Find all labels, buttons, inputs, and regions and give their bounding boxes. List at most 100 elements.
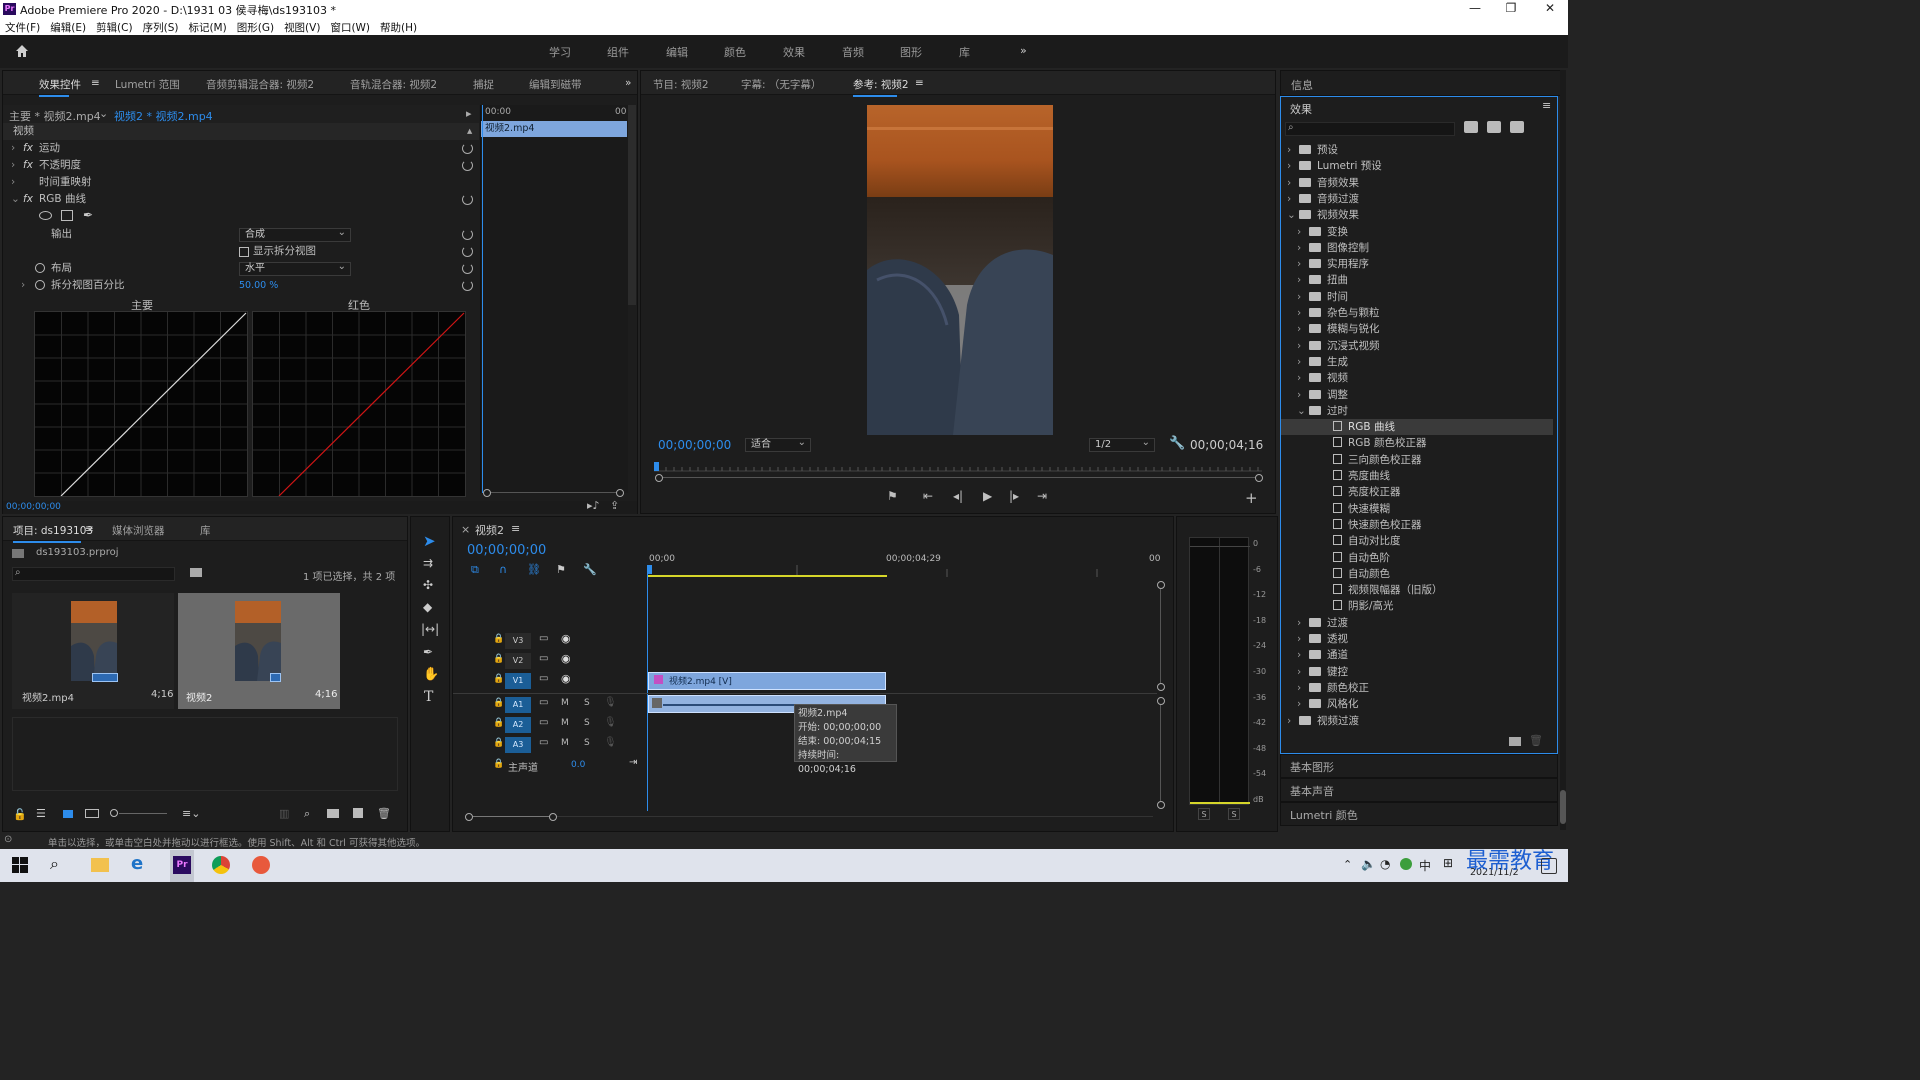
split-view-checkbox[interactable] [239,247,249,257]
pen-mask-icon[interactable]: ✒ [83,208,93,222]
effects-folder[interactable]: › 调整 [1281,387,1553,403]
keyboard-icon[interactable]: ⊞ [1443,856,1453,870]
effects-folder[interactable]: › 变换 [1281,224,1553,240]
chevron-right-icon[interactable]: › [1297,305,1309,321]
scroll-up-icon[interactable]: ▴ [467,123,472,140]
tray-app-icon[interactable] [1400,858,1412,870]
eye-icon[interactable]: ◉ [561,672,571,685]
workspace-audio[interactable]: 音频 [842,44,864,60]
volume-icon[interactable]: 🔈 [1361,857,1376,871]
close-tab-icon[interactable]: × [461,523,470,536]
sync-lock-icon[interactable]: ▭ [539,737,548,748]
find-icon[interactable]: ⌕ [304,807,310,821]
hand-tool-icon[interactable]: ✋ [423,667,439,682]
track-a2[interactable]: A2 [505,717,531,733]
solo-left-button[interactable]: S [1198,808,1210,820]
output-dropdown[interactable]: 合成 [239,227,351,242]
master-value[interactable]: 0.0 [571,760,585,770]
effect-item[interactable]: 快速颜色校正器 [1281,517,1553,533]
lock-icon[interactable]: 🔓 [13,808,27,821]
list-view-icon[interactable]: ☰ [36,807,46,820]
effects-folder[interactable]: › 时间 [1281,289,1553,305]
chevron-right-icon[interactable]: › [1297,289,1309,305]
source-master-label[interactable]: 主要 * 视频2.mp4 [9,108,101,124]
master-skip-icon[interactable]: ⇥ [629,757,637,768]
effects-folder[interactable]: › 模糊与锐化 [1281,321,1553,337]
chevron-right-icon[interactable]: › [1287,175,1299,191]
effect-item[interactable]: 阴影/高光 [1281,598,1553,614]
menu-edit[interactable]: 编辑(E) [45,18,91,35]
effects-folder[interactable]: › 音频过渡 [1281,191,1553,207]
play-triangle-icon[interactable]: ▸ [466,107,472,120]
close-icon[interactable]: ✕ [1535,1,1565,17]
track-a1[interactable]: A1 [505,697,531,713]
panel-menu-icon[interactable]: ≡ [915,77,924,89]
stopwatch-icon[interactable] [35,263,45,273]
chevron-right-icon[interactable]: › [1297,240,1309,256]
h-zoom-handle-left[interactable] [465,813,473,821]
go-to-out-icon[interactable]: ⇥ [1037,489,1047,503]
effects-title[interactable]: 效果 [1290,101,1312,117]
tab-audio-clip-mixer[interactable]: 音频剪辑混合器: 视频2 [206,77,314,92]
effects-folder[interactable]: › 风格化 [1281,696,1553,712]
tab-effect-controls[interactable]: 效果控件 [39,77,81,97]
menu-view[interactable]: 视图(V) [279,18,325,35]
solo-button[interactable]: S [584,718,590,728]
type-tool-icon[interactable]: T [424,689,433,705]
maximize-icon[interactable]: ❐ [1496,1,1526,17]
effect-item[interactable]: 亮度曲线 [1281,468,1553,484]
tab-project[interactable]: 项目: ds193103 [13,523,93,543]
a-zoom-handle-top[interactable] [1157,697,1165,705]
menu-clip[interactable]: 剪辑(C) [91,18,138,35]
more-workspaces-icon[interactable]: » [1020,44,1027,57]
notification-icon[interactable] [1541,858,1557,874]
tab-sequence[interactable]: 视频2 [475,522,504,538]
sync-lock-icon[interactable]: ▭ [539,673,548,684]
menu-window[interactable]: 窗口(W) [325,18,375,35]
scrollbar[interactable] [628,105,636,305]
ripple-edit-tool-icon[interactable]: ✣ [423,578,433,592]
mini-clip[interactable]: 视频2.mp4 [481,121,627,137]
v-zoom-handle-bottom[interactable] [1157,683,1165,691]
workspace-assembly[interactable]: 组件 [607,44,629,60]
new-bin-icon[interactable] [327,809,339,818]
chevron-right-icon[interactable]: › [1287,191,1299,207]
workspace-learn[interactable]: 学习 [549,44,571,60]
chevron-down-icon[interactable]: ⌄ [1297,403,1309,419]
effects-folder[interactable]: › 视频 [1281,370,1553,386]
menu-sequence[interactable]: 序列(S) [138,18,184,35]
tab-edit-to-tape[interactable]: 编辑到磁带 [529,77,582,92]
new-item-icon[interactable] [353,808,363,818]
tab-audio-track-mixer[interactable]: 音轨混合器: 视频2 [350,77,437,92]
snap-icon[interactable]: ∩ [499,563,507,576]
track-select-tool-icon[interactable]: ⇉ [423,556,433,570]
solo-button[interactable]: S [584,698,590,708]
zoom-slider-track[interactable] [119,813,167,814]
effects-folder[interactable]: › 视频过渡 [1281,713,1553,729]
reset-icon[interactable] [462,143,473,154]
chevron-right-icon[interactable]: › [1297,354,1309,370]
h-scroll-track[interactable] [557,816,1153,817]
workspace-libraries[interactable]: 库 [959,44,970,60]
mini-zoom-bar[interactable] [483,489,624,497]
lock-icon[interactable]: 🔒 [493,738,504,748]
project-item-sequence[interactable]: 视频2 4;16 [178,593,340,709]
trash-icon[interactable]: 🗑 [377,807,391,820]
tab-media-browser[interactable]: 媒体浏览器 [112,523,165,538]
sync-lock-icon[interactable]: ▭ [539,653,548,664]
step-forward-icon[interactable]: |▸ [1009,489,1019,503]
fx-row-time-remap[interactable]: › 时间重映射 [3,174,479,191]
menu-file[interactable]: 文件(F) [0,18,45,35]
panel-menu-icon[interactable]: ≡ [1542,99,1551,112]
panel-menu-icon[interactable]: ≡ [511,522,520,535]
program-timecode[interactable]: 00;00;00;00 [658,438,731,452]
expand-chevron-icon[interactable]: › [11,140,15,157]
tab-reference[interactable]: 参考: 视频2 [853,77,909,97]
accelerated-effects-icon[interactable] [1464,121,1478,133]
wrench-icon[interactable]: 🔧 [1169,436,1185,451]
trash-icon[interactable]: 🗑 [1529,734,1543,747]
effects-folder[interactable]: › 预设 [1281,142,1553,158]
fx-icon[interactable]: fx [23,140,33,157]
chevron-right-icon[interactable]: › [1297,321,1309,337]
effects-search-input[interactable]: ⌕ [1285,122,1455,136]
